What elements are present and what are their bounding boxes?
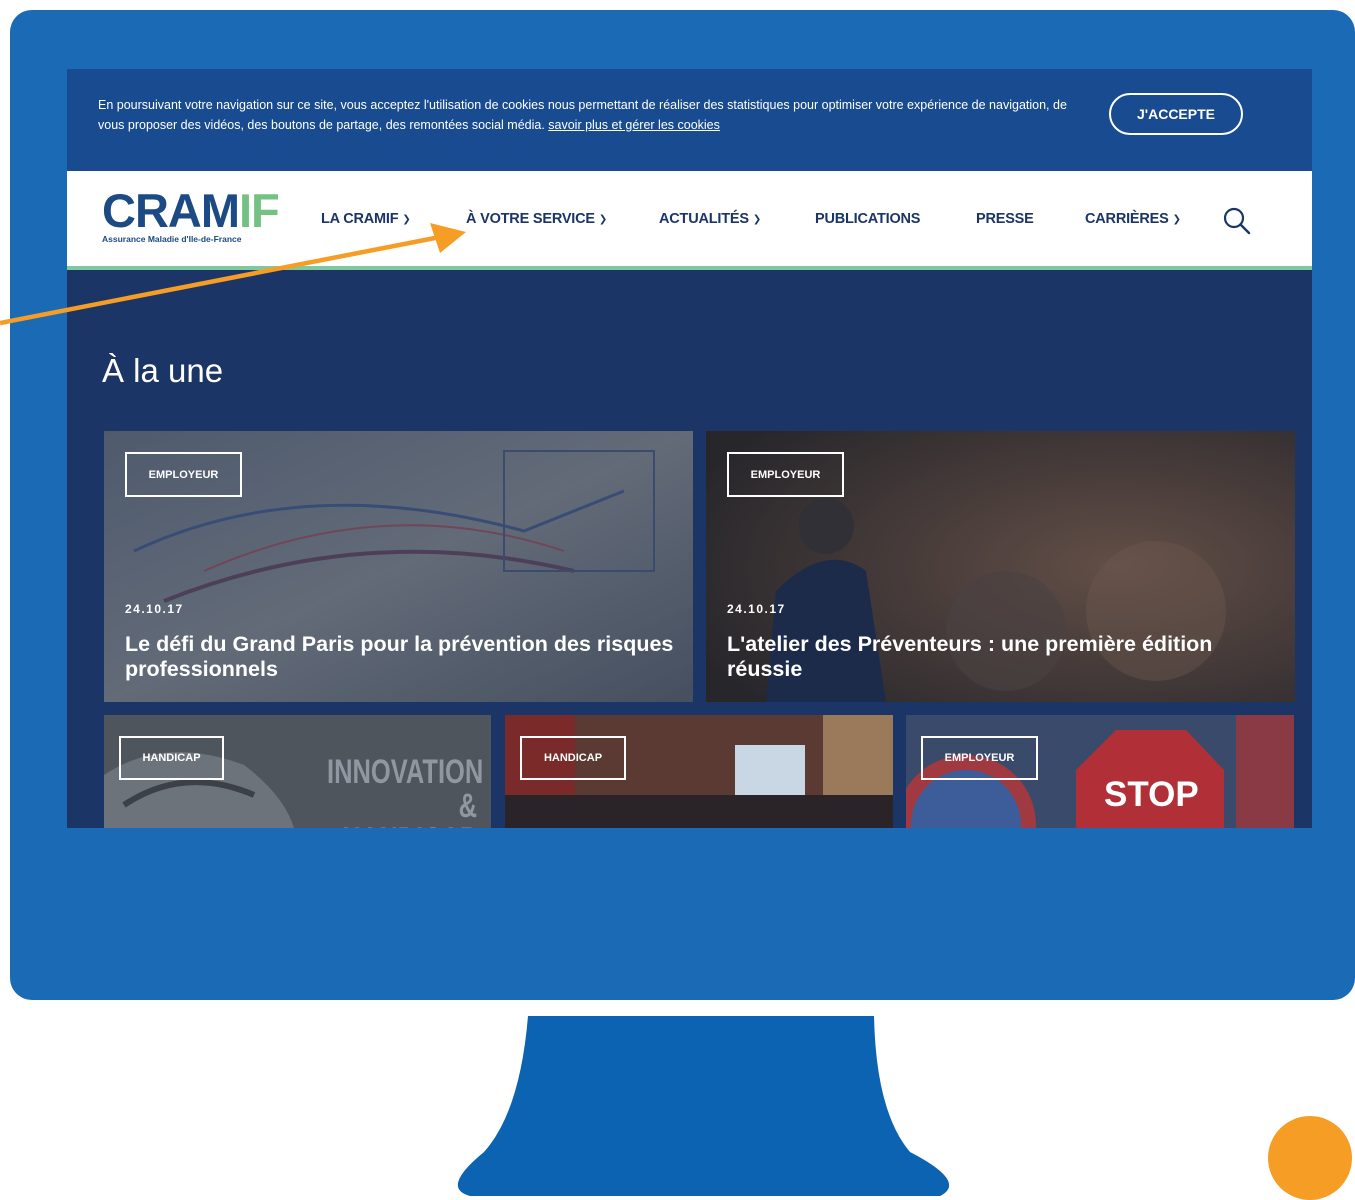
article-card[interactable]: INNOVATION & HANDICAP HANDICAP [104, 715, 491, 828]
nav-item-a-votre-service[interactable]: À VOTRE SERVICE ❯ [466, 211, 607, 227]
nav-item-la-cramif[interactable]: LA CRAMIF ❯ [321, 211, 411, 227]
cramif-logo[interactable]: CRAMIF Assurance Maladie d'Ile-de-France [102, 187, 282, 244]
featured-article-card[interactable]: EMPLOYEUR 24.10.17 L'atelier des Prévent… [706, 431, 1295, 702]
chevron-down-icon: ❯ [1172, 214, 1181, 225]
logo-wordmark: CRAMIF [102, 187, 282, 234]
category-tag[interactable]: EMPLOYEUR [921, 736, 1038, 780]
category-tag[interactable]: EMPLOYEUR [125, 452, 242, 497]
nav-item-carrieres[interactable]: CARRIÈRES ❯ [1085, 211, 1181, 227]
nav-item-publications[interactable]: PUBLICATIONS [815, 211, 920, 227]
nav-item-actualites[interactable]: ACTUALITÉS ❯ [659, 211, 761, 227]
cookie-banner: En poursuivant votre navigation sur ce s… [67, 69, 1312, 171]
cookie-settings-link[interactable]: savoir plus et gérer les cookies [548, 118, 720, 132]
image-overlay-text: INNOVATION & HANDICAP [327, 753, 484, 828]
accept-cookies-button[interactable]: J'ACCEPTE [1109, 93, 1243, 135]
logo-wordmark-part2: IF [238, 184, 280, 237]
chevron-down-icon: ❯ [402, 214, 411, 225]
nav-item-label: CARRIÈRES [1085, 211, 1169, 227]
article-title[interactable]: Le défi du Grand Paris pour la préventio… [125, 632, 683, 682]
nav-item-label: PRESSE [976, 211, 1034, 227]
featured-article-card[interactable]: EMPLOYEUR 24.10.17 Le défi du Grand Pari… [104, 431, 693, 702]
article-card[interactable]: HANDICAP [505, 715, 893, 828]
chevron-down-icon: ❯ [752, 214, 762, 225]
category-tag[interactable]: EMPLOYEUR [727, 452, 844, 497]
corner-decoration [1268, 1116, 1352, 1200]
search-icon[interactable] [1222, 206, 1252, 236]
chevron-down-icon: ❯ [598, 214, 608, 225]
nav-item-label: ACTUALITÉS [659, 211, 749, 227]
article-card[interactable]: STOP EMPLOYEUR [906, 715, 1294, 828]
nav-item-label: À VOTRE SERVICE [466, 211, 595, 227]
article-date: 24.10.17 [727, 602, 786, 616]
article-title[interactable]: L'atelier des Préventeurs : une première… [727, 632, 1285, 682]
nav-item-presse[interactable]: PRESSE [976, 211, 1034, 227]
monitor-stand [457, 1016, 950, 1196]
article-date: 24.10.17 [125, 602, 184, 616]
cookie-message: En poursuivant votre navigation sur ce s… [98, 95, 1078, 135]
main-navbar: CRAMIF Assurance Maladie d'Ile-de-France… [67, 171, 1312, 270]
section-title: À la une [102, 352, 224, 389]
category-tag[interactable]: HANDICAP [119, 736, 224, 780]
browser-screen: En poursuivant votre navigation sur ce s… [67, 69, 1312, 828]
nav-item-label: LA CRAMIF [321, 211, 399, 227]
logo-wordmark-part1: CRAM [102, 184, 240, 237]
category-tag[interactable]: HANDICAP [520, 736, 626, 780]
nav-item-label: PUBLICATIONS [815, 211, 921, 227]
image-overlay-text: STOP [1104, 775, 1199, 814]
